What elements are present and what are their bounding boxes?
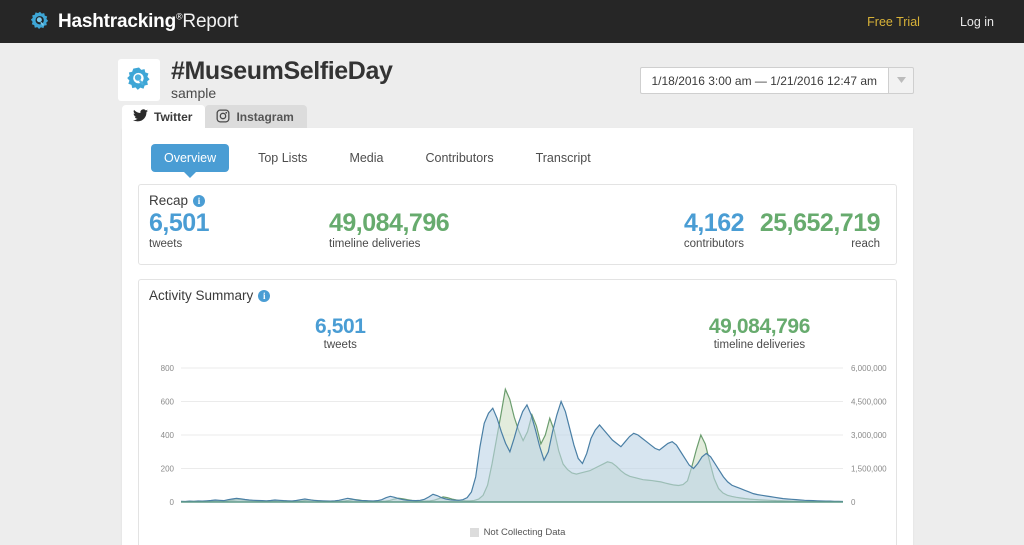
- gear-search-icon: [27, 9, 53, 35]
- chart-legend: Not Collecting Data: [139, 525, 896, 545]
- page-subtitle: sample: [171, 84, 217, 101]
- tab-instagram-label: Instagram: [236, 110, 294, 124]
- activity-stat-deliveries: 49,084,796 timeline deliveries: [708, 315, 811, 352]
- svg-text:6,000,000: 6,000,000: [851, 364, 887, 373]
- brand-name-bold: Hashtracking: [58, 10, 176, 32]
- stat-reach: 25,652,719 reach: [759, 209, 881, 251]
- report-header: #MuseumSelfieDay sample 1/18/2016 3:00 a…: [0, 43, 1024, 105]
- brand-logo-group[interactable]: Hashtracking®Report: [27, 9, 238, 35]
- svg-text:400: 400: [161, 431, 175, 440]
- svg-text:200: 200: [161, 465, 175, 474]
- subtab-transcript[interactable]: Transcript: [523, 144, 604, 172]
- chevron-down-icon[interactable]: [888, 66, 914, 94]
- stat-contributors-label: contributors: [683, 238, 744, 251]
- activity-summary-panel: Activity Summary i 6,501 tweets 49,084,7…: [138, 279, 897, 545]
- stat-reach-value: 25,652,719: [759, 209, 881, 237]
- subtab-media[interactable]: Media: [336, 144, 396, 172]
- top-nav-links: Free Trial Log in: [827, 15, 994, 29]
- svg-text:4,500,000: 4,500,000: [851, 398, 887, 407]
- stat-contributors-value: 4,162: [683, 209, 745, 237]
- free-trial-link[interactable]: Free Trial: [867, 15, 920, 29]
- stat-reach-label: reach: [851, 238, 880, 251]
- activity-stat-deliveries-value: 49,084,796: [708, 315, 811, 339]
- recap-title-label: Recap: [149, 193, 189, 208]
- svg-text:600: 600: [161, 398, 175, 407]
- activity-summary-stats: 6,501 tweets 49,084,796 timeline deliver…: [139, 303, 896, 356]
- report-content-card: Overview Top Lists Media Contributors Tr…: [122, 128, 913, 545]
- svg-text:800: 800: [161, 364, 175, 373]
- stat-tweets-label: tweets: [149, 238, 183, 251]
- info-icon[interactable]: i: [193, 194, 206, 207]
- instagram-camera-icon: [216, 109, 230, 126]
- stat-tweets-value: 6,501: [149, 209, 210, 237]
- twitter-bird-icon: [133, 109, 148, 125]
- activity-stat-tweets: 6,501 tweets: [315, 315, 366, 352]
- log-in-link[interactable]: Log in: [960, 15, 994, 29]
- recap-stats: 6,501 tweets 49,084,796 timeline deliver…: [139, 208, 896, 264]
- subtab-top-lists[interactable]: Top Lists: [245, 144, 320, 172]
- activity-chart-svg: 0 200 400 600 800 0 1,500,000 3,000,000 4,500,00…: [161, 364, 888, 507]
- brand-name-light: Report: [182, 10, 239, 32]
- recap-panel: Recap i 6,501 tweets 49,084,796 timeline…: [138, 184, 897, 266]
- tab-twitter[interactable]: Twitter: [122, 105, 206, 128]
- top-navigation-bar: Hashtracking®Report Free Trial Log in: [0, 0, 1024, 43]
- recap-panel-title: Recap i: [139, 185, 896, 208]
- tab-instagram[interactable]: Instagram: [205, 105, 307, 128]
- stat-contributors: 4,162 contributors: [629, 209, 745, 251]
- stat-timeline-deliveries: 49,084,796 timeline deliveries: [329, 209, 629, 251]
- stat-timeline-deliveries-label: timeline deliveries: [329, 238, 421, 251]
- page-title: #MuseumSelfieDay: [171, 56, 393, 85]
- report-subtab-bar: Overview Top Lists Media Contributors Tr…: [138, 142, 897, 184]
- channel-tab-bar: Twitter Instagram: [0, 105, 1024, 128]
- svg-text:3,000,000: 3,000,000: [851, 431, 887, 440]
- subtab-overview[interactable]: Overview: [151, 144, 230, 178]
- svg-text:0: 0: [851, 498, 856, 507]
- date-range-value[interactable]: 1/18/2016 3:00 am — 1/21/2016 12:47 am: [639, 66, 888, 94]
- stat-timeline-deliveries-value: 49,084,796: [329, 209, 450, 237]
- gear-icon: [118, 59, 160, 101]
- tab-twitter-label: Twitter: [154, 110, 193, 124]
- activity-summary-title: Activity Summary i: [139, 280, 896, 303]
- stat-tweets: 6,501 tweets: [149, 209, 329, 251]
- brand-name: Hashtracking®Report: [58, 11, 238, 33]
- subtab-contributors[interactable]: Contributors: [412, 144, 506, 172]
- activity-summary-label: Activity Summary: [149, 288, 254, 304]
- legend-label-not-collecting: Not Collecting Data: [483, 527, 566, 539]
- legend-swatch-not-collecting: [469, 528, 479, 538]
- svg-text:1,500,000: 1,500,000: [851, 465, 887, 474]
- info-icon[interactable]: i: [258, 289, 271, 302]
- svg-text:0: 0: [170, 498, 175, 507]
- date-range-picker[interactable]: 1/18/2016 3:00 am — 1/21/2016 12:47 am: [639, 66, 914, 94]
- activity-chart[interactable]: 0 200 400 600 800 0 1,500,000 3,000,000 4,500,00…: [139, 360, 896, 525]
- report-title-group: #MuseumSelfieDay sample: [171, 56, 393, 103]
- activity-stat-deliveries-label: timeline deliveries: [713, 339, 806, 352]
- activity-stat-tweets-value: 6,501: [315, 315, 366, 339]
- activity-stat-tweets-label: tweets: [323, 339, 357, 352]
